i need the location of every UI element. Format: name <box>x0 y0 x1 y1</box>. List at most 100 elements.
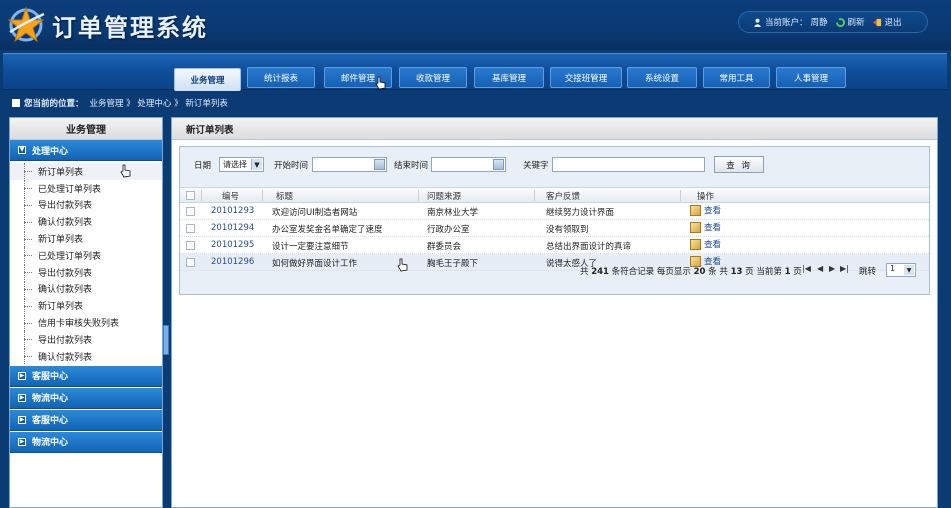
view-button[interactable]: 查看 <box>690 221 721 233</box>
sidebar-item-label: 信用卡审核失败列表 <box>38 319 120 330</box>
tree-branch-icon <box>22 163 36 180</box>
nav-tab-hr[interactable]: 人事管理 <box>776 67 846 88</box>
breadcrumb-path[interactable]: 业务管理 》 处理中心 》 新订单列表 <box>90 97 228 109</box>
cell-id: 20101295 <box>211 240 255 250</box>
cell-id: 20101293 <box>211 206 255 216</box>
sidebar-item-confirm-payments[interactable]: 确认付款列表 <box>10 213 162 230</box>
nav-tab-payments[interactable]: 收款管理 <box>399 67 467 88</box>
date-select[interactable]: 请选择 ▼ <box>219 157 264 172</box>
date-label: 日期 <box>194 161 212 171</box>
sidebar-group-label: 客服中心 <box>32 416 69 427</box>
sidebar-item-processed-orders[interactable]: 已处理订单列表 <box>10 247 162 264</box>
expand-icon: ▶ <box>18 437 26 446</box>
row-checkbox[interactable] <box>186 224 195 233</box>
refresh-button[interactable]: 刷新 <box>835 16 865 28</box>
nav-tab-tools[interactable]: 常用工具 <box>703 67 770 88</box>
tree-branch-icon <box>22 213 36 230</box>
sidebar-item-export-payments[interactable]: 导出付款列表 <box>10 196 162 214</box>
edit-icon <box>690 238 701 250</box>
jump-value: 1 <box>890 264 896 273</box>
view-button[interactable]: 查看 <box>690 204 721 216</box>
nav-tab-shift[interactable]: 交接班管理 <box>550 67 622 88</box>
sidebar-item-new-orders[interactable]: 新订单列表 <box>10 163 162 180</box>
nav-tab-inventory[interactable]: 基库管理 <box>474 67 544 88</box>
logout-button[interactable]: 退出 <box>872 16 902 28</box>
hand-cursor-icon <box>375 76 386 90</box>
sidebar-item-export-payments[interactable]: 导出付款列表 <box>10 264 162 281</box>
sidebar-item-label: 导出付款列表 <box>38 268 93 279</box>
nav-tab-business[interactable]: 业务管理 <box>174 68 241 91</box>
sidebar-item-new-orders[interactable]: 新订单列表 <box>10 297 162 314</box>
collapse-icon: ▼ <box>18 146 26 154</box>
next-page-icon[interactable]: ▶ <box>829 264 835 273</box>
sidebar-group-logistics[interactable]: ▶ 物流中心 <box>10 387 162 409</box>
sidebar-item-confirm-payments[interactable]: 确认付款列表 <box>10 348 162 365</box>
nav-tab-reports[interactable]: 统计报表 <box>247 67 315 88</box>
sidebar-group-label: 处理中心 <box>32 146 69 157</box>
sidebar-group-processing[interactable]: ▼ 处理中心 <box>10 140 162 161</box>
tree-branch-icon <box>22 196 36 213</box>
user-label: 当前账户： <box>765 18 808 28</box>
column-divider <box>201 190 202 201</box>
table-row[interactable]: 20101294 办公室发奖金名单确定了速度 行政办公室 没有领取到 查看 <box>180 220 929 237</box>
first-page-icon[interactable]: |◀ <box>802 264 811 273</box>
select-all-checkbox[interactable] <box>186 191 195 200</box>
view-label: 查看 <box>704 223 722 233</box>
sidebar-item-new-orders[interactable]: 新订单列表 <box>10 230 162 247</box>
nav-tab-settings[interactable]: 系统设置 <box>627 67 697 88</box>
keyword-input[interactable] <box>552 157 705 172</box>
pager-pages: 13 <box>730 267 743 277</box>
chevron-down-icon: ▼ <box>251 159 262 170</box>
user-name: 周静 <box>810 18 828 28</box>
pager-total: 241 <box>591 267 609 277</box>
sidebar-group-label: 物流中心 <box>32 394 69 405</box>
last-page-icon[interactable]: ▶| <box>840 264 849 273</box>
refresh-label: 刷新 <box>847 18 865 28</box>
breadcrumb-label: 您当前的位置： <box>24 99 84 109</box>
sidebar-item-label: 导出付款列表 <box>38 201 93 212</box>
sidebar-item-label: 确认付款列表 <box>38 352 93 363</box>
calendar-icon[interactable] <box>374 159 385 170</box>
current-user: 当前账户： 周静 <box>753 16 828 28</box>
cell-id: 20101294 <box>211 223 255 233</box>
pager-summary: 共 241 条符合记录 每页显示 20 条 共 13 页 当前第 1 页 <box>580 265 802 277</box>
jump-select[interactable]: 1 ▼ <box>886 263 916 277</box>
sidebar-item-processed-orders[interactable]: 已处理订单列表 <box>10 180 162 197</box>
tree-branch-icon <box>22 280 36 297</box>
column-feedback: 客户反馈 <box>546 192 581 202</box>
row-checkbox[interactable] <box>186 241 195 250</box>
tree-branch-icon <box>22 314 36 331</box>
sidebar-item-card-failed[interactable]: 信用卡审核失败列表 <box>10 314 162 331</box>
pager-per-page: 20 <box>693 267 706 277</box>
sidebar-item-label: 新订单列表 <box>38 302 84 313</box>
column-action: 操作 <box>697 192 715 202</box>
sidebar-group-customer-service[interactable]: ▶ 客服中心 <box>10 409 162 431</box>
table-row[interactable]: 20101293 欢迎访问UI制造者网站 南京林业大学 继续努力设计界面 查看 <box>180 203 929 220</box>
cell-title: 欢迎访问UI制造者网站 <box>272 208 358 218</box>
column-title: 标题 <box>276 192 294 202</box>
sidebar-item-export-payments[interactable]: 导出付款列表 <box>10 331 162 348</box>
sidebar-group-logistics[interactable]: ▶ 物流中心 <box>10 431 162 453</box>
start-time-input[interactable] <box>312 157 387 172</box>
calendar-icon[interactable] <box>493 159 504 170</box>
breadcrumb: 您当前的位置： 业务管理 》 处理中心 》 新订单列表 <box>0 91 951 115</box>
table-row[interactable]: 20101295 设计一定要注意细节 群委员会 总结出界面设计的真谛 查看 <box>180 237 929 254</box>
end-time-input[interactable] <box>431 157 506 172</box>
pager-total-text: 共 <box>580 267 589 277</box>
sidebar-item-confirm-payments[interactable]: 确认付款列表 <box>10 280 162 298</box>
sidebar-items: 新订单列表 已处理订单列表 导出付款列表 确认付款列表 新订单列表 已处理订单列… <box>10 161 162 365</box>
cell-feedback: 继续努力设计界面 <box>546 208 615 218</box>
search-button[interactable]: 查 询 <box>714 156 764 173</box>
sidebar-group-customer-service[interactable]: ▶ 客服中心 <box>10 365 162 387</box>
main-nav: 业务管理 统计报表 邮件管理 收款管理 基库管理 交接班管理 系统设置 常用工具… <box>3 53 947 91</box>
view-button[interactable]: 查看 <box>690 238 721 250</box>
cell-title: 办公室发奖金名单确定了速度 <box>272 225 383 235</box>
prev-page-icon[interactable]: ◀ <box>817 264 823 273</box>
sidebar-collapse-handle[interactable] <box>163 325 169 355</box>
column-divider <box>262 190 263 201</box>
hand-cursor-icon <box>120 164 131 178</box>
cell-source: 南京林业大学 <box>427 208 479 218</box>
row-checkbox[interactable] <box>186 207 195 216</box>
pager-per-page-suffix: 条 <box>708 267 717 277</box>
order-table: 编号 标题 问题来源 客户反馈 操作 20101293 欢迎访问UI制造者网站 … <box>180 187 929 272</box>
